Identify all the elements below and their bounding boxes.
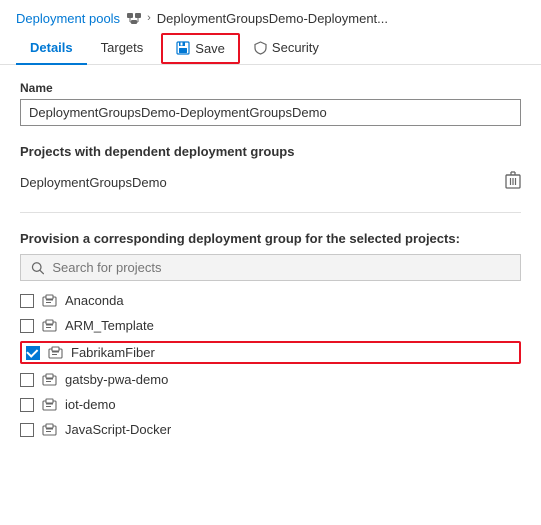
project-icon (42, 398, 57, 411)
project-name: gatsby-pwa-demo (65, 372, 168, 387)
search-icon (31, 261, 44, 275)
project-icon (42, 319, 57, 332)
tab-security[interactable]: Security (240, 32, 333, 65)
project-item: gatsby-pwa-demo (20, 370, 521, 389)
project-name: ARM_Template (65, 318, 154, 333)
tab-targets[interactable]: Targets (87, 32, 158, 65)
project-icon (42, 294, 57, 307)
project-list: Anaconda ARM_Template (20, 291, 521, 439)
project-icon (42, 423, 57, 436)
tab-details[interactable]: Details (16, 32, 87, 65)
name-input[interactable] (20, 99, 521, 126)
search-input[interactable] (52, 260, 510, 275)
project-item: JavaScript-Docker (20, 420, 521, 439)
project-name: FabrikamFiber (71, 345, 155, 360)
search-box (20, 254, 521, 281)
provision-label: Provision a corresponding deployment gro… (20, 231, 521, 246)
breadcrumb-separator: › (126, 10, 151, 26)
provision-section: Provision a corresponding deployment gro… (20, 231, 521, 439)
breadcrumb-current: DeploymentGroupsDemo-Deployment... (157, 11, 388, 26)
delete-dependent-button[interactable] (505, 171, 521, 194)
dependent-project-item: DeploymentGroupsDemo (20, 167, 521, 198)
project-item-fabrikamfiber: FabrikamFiber (20, 341, 521, 364)
project-checkbox-fabrikamfiber[interactable] (26, 346, 40, 360)
section-divider (20, 212, 521, 213)
project-icon (42, 373, 57, 386)
project-checkbox-anaconda[interactable] (20, 294, 34, 308)
project-item: Anaconda (20, 291, 521, 310)
name-section: Name (20, 81, 521, 126)
project-checkbox-iot[interactable] (20, 398, 34, 412)
project-item: iot-demo (20, 395, 521, 414)
dependent-section-title: Projects with dependent deployment group… (20, 144, 521, 159)
main-content: Name Projects with dependent deployment … (0, 65, 541, 455)
project-name: Anaconda (65, 293, 124, 308)
dependent-project-name: DeploymentGroupsDemo (20, 175, 167, 190)
name-label: Name (20, 81, 521, 95)
breadcrumb: Deployment pools › DeploymentGroupsDemo-… (0, 0, 541, 32)
save-icon (176, 41, 190, 55)
project-icon (48, 346, 63, 359)
save-button-wrapper: Save (161, 33, 240, 64)
project-checkbox-js-docker[interactable] (20, 423, 34, 437)
tab-bar: Details Targets Save Security (0, 32, 541, 65)
project-checkbox-arm[interactable] (20, 319, 34, 333)
project-name: iot-demo (65, 397, 116, 412)
breadcrumb-link[interactable]: Deployment pools (16, 11, 120, 26)
project-checkbox-gatsby[interactable] (20, 373, 34, 387)
save-button[interactable]: Save (164, 36, 237, 61)
project-name: JavaScript-Docker (65, 422, 171, 437)
save-label: Save (195, 41, 225, 56)
dependent-section: Projects with dependent deployment group… (20, 144, 521, 198)
project-item: ARM_Template (20, 316, 521, 335)
shield-icon (254, 41, 267, 55)
